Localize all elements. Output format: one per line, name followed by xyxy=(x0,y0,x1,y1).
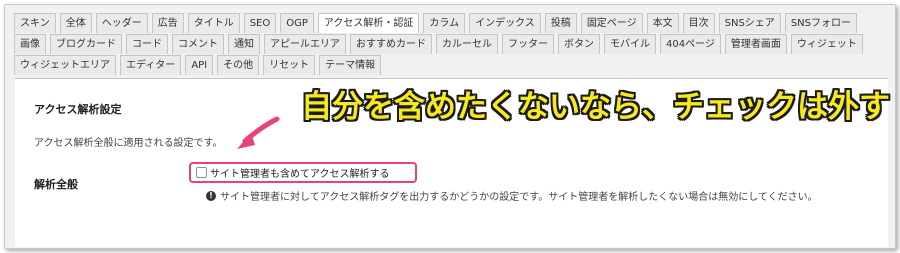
tab[interactable]: 通知 xyxy=(228,34,260,54)
tab-active[interactable]: アクセス解析・認証 xyxy=(317,13,420,33)
arrow-icon xyxy=(237,116,280,149)
tab[interactable]: OGP xyxy=(280,13,314,33)
tab[interactable]: フッター xyxy=(502,34,554,54)
tab[interactable]: SNSフォロー xyxy=(784,13,857,33)
tab[interactable]: SNSシェア xyxy=(718,13,781,33)
tab[interactable]: 固定ページ xyxy=(580,13,643,33)
analytics-admin-checkbox-highlight[interactable]: サイト管理者も含めてアクセス解析する xyxy=(189,162,417,183)
help-text: ! サイト管理者に対してアクセス解析タグを出力するかどうかの設定です。サイト管理… xyxy=(206,188,818,203)
tab[interactable]: インデックス xyxy=(469,13,541,33)
tab[interactable]: 404ページ xyxy=(660,34,721,54)
tab[interactable]: 投稿 xyxy=(544,13,577,33)
tab[interactable]: スキン xyxy=(14,13,56,33)
tab[interactable]: テーマ情報 xyxy=(319,55,382,75)
tab[interactable]: ボタン xyxy=(558,34,600,54)
settings-tabs: スキン 全体 ヘッダー 広告 タイトル SEO OGP アクセス解析・認証 カラ… xyxy=(14,13,884,76)
tab[interactable]: その他 xyxy=(217,55,260,75)
tab[interactable]: カラム xyxy=(423,13,466,33)
tab-row: 画像 ブログカード コード コメント 通知 アピールエリア おすすめカード カル… xyxy=(14,34,884,55)
tab[interactable]: コメント xyxy=(172,34,224,54)
tab[interactable]: アピールエリア xyxy=(264,34,346,54)
info-icon: ! xyxy=(206,190,216,201)
section-description: アクセス解析全般に適用される設定です。 xyxy=(34,138,223,149)
tab[interactable]: モバイル xyxy=(604,34,656,54)
tab-row: スキン 全体 ヘッダー 広告 タイトル SEO OGP アクセス解析・認証 カラ… xyxy=(14,13,884,34)
tab[interactable]: リセット xyxy=(263,55,316,75)
tab[interactable]: カルーセル xyxy=(436,34,498,54)
tab[interactable]: API xyxy=(185,55,214,75)
tab-row: ウィジェットエリア エディター API その他 リセット テーマ情報 xyxy=(14,55,884,76)
tab[interactable]: ブログカード xyxy=(50,34,122,54)
help-text-content: サイト管理者に対してアクセス解析タグを出力するかどうかの設定です。サイト管理者を… xyxy=(220,192,818,203)
tab[interactable]: ウィジェット xyxy=(790,34,863,54)
tab[interactable]: タイトル xyxy=(187,13,240,33)
field-label: 解析全般 xyxy=(34,178,78,191)
tab[interactable]: 本文 xyxy=(646,13,679,33)
tab[interactable]: ウィジェットエリア xyxy=(14,55,116,75)
tab[interactable]: SEO xyxy=(243,13,277,33)
annotation-callout: 自分を含めたくないなら、チェックは外す xyxy=(301,89,890,125)
tab[interactable]: 目次 xyxy=(682,13,715,33)
analytics-admin-checkbox[interactable] xyxy=(196,167,207,178)
tab[interactable]: 管理者画面 xyxy=(724,34,787,54)
section-title: アクセス解析設定 xyxy=(34,103,122,116)
tab[interactable]: コード xyxy=(126,34,168,54)
tab[interactable]: エディター xyxy=(120,55,182,75)
tab[interactable]: おすすめカード xyxy=(350,34,432,54)
tab[interactable]: 広告 xyxy=(151,13,184,33)
tab[interactable]: 全体 xyxy=(59,13,92,33)
tab[interactable]: ヘッダー xyxy=(95,13,148,33)
screenshot-frame: スキン 全体 ヘッダー 広告 タイトル SEO OGP アクセス解析・認証 カラ… xyxy=(4,4,896,249)
tab[interactable]: 画像 xyxy=(14,34,46,54)
checkbox-label: サイト管理者も含めてアクセス解析する xyxy=(210,169,390,180)
